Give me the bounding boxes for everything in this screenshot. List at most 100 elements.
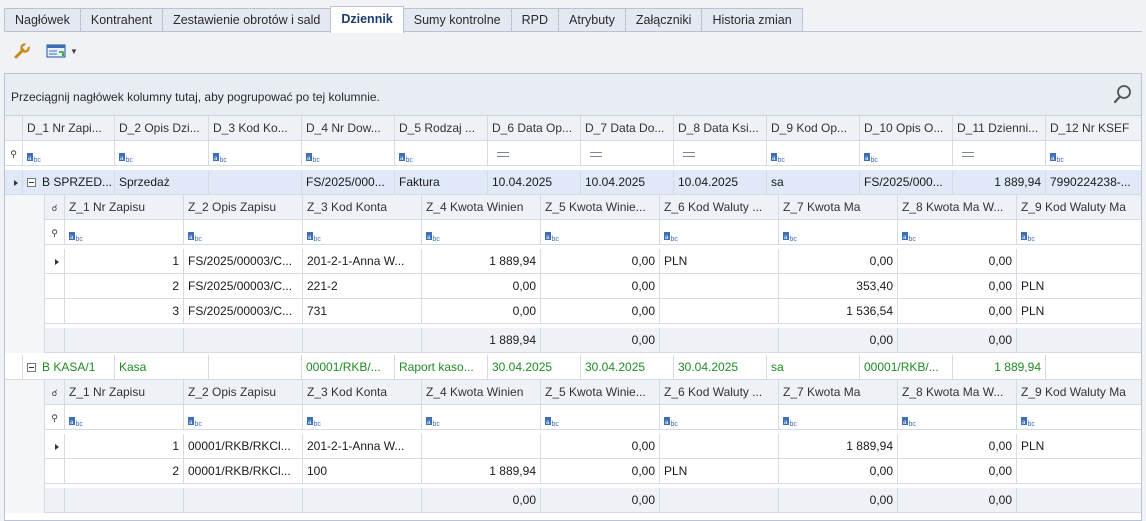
detail-cell[interactable]: 0,00: [898, 434, 1017, 459]
filter-cell[interactable]: a bc: [767, 141, 860, 166]
detail-cell[interactable]: PLN: [660, 249, 779, 274]
detail-filter-row[interactable]: ⚲ a bc a bc a bc a bc a bc a bc a bc a bc a bc: [5, 405, 1141, 430]
entry-cell[interactable]: Kasa: [115, 355, 209, 380]
detail-cell[interactable]: 100: [303, 459, 422, 484]
search-icon[interactable]: [1113, 84, 1133, 107]
detail-cell[interactable]: 2: [65, 459, 184, 484]
filter-cell[interactable]: a bc: [1046, 141, 1141, 166]
entry-cell[interactable]: 00001/RKB/...: [860, 355, 953, 380]
filter-cell[interactable]: a bc: [302, 141, 395, 166]
detail-cell[interactable]: 0,00: [422, 299, 541, 324]
detail-cell[interactable]: 0,00: [541, 459, 660, 484]
detail-cell[interactable]: 1 889,94: [422, 249, 541, 274]
entry-cell[interactable]: Sprzedaż: [115, 170, 209, 195]
detail-cell[interactable]: FS/2025/00003/C...: [184, 249, 303, 274]
detail-column-header[interactable]: Z_7 Kwota Ma: [779, 380, 898, 405]
entry-cell[interactable]: Raport kaso...: [395, 355, 488, 380]
row-indicator[interactable]: [45, 434, 65, 459]
filter-cell[interactable]: a bc: [184, 220, 303, 245]
filter-cell[interactable]: a bc: [541, 220, 660, 245]
filter-cell[interactable]: [488, 141, 581, 166]
detail-cell[interactable]: [1017, 459, 1141, 484]
detail-cell[interactable]: 00001/RKB/RKCl...: [184, 459, 303, 484]
detail-cell[interactable]: 353,40: [779, 274, 898, 299]
detail-column-header[interactable]: Z_5 Kwota Winie...: [541, 195, 660, 220]
detail-cell[interactable]: PLN: [660, 459, 779, 484]
detail-cell[interactable]: 731: [303, 299, 422, 324]
filter-cell[interactable]: a bc: [209, 141, 302, 166]
entry-cell[interactable]: [209, 170, 302, 195]
tab-zestawienie[interactable]: Zestawienie obrotów i sald: [162, 8, 332, 32]
filter-cell[interactable]: a bc: [65, 405, 184, 430]
filter-cell[interactable]: a bc: [23, 141, 115, 166]
filter-cell[interactable]: a bc: [303, 220, 422, 245]
detail-column-header[interactable]: Z_3 Kod Konta: [303, 195, 422, 220]
wrench-button[interactable]: [10, 39, 34, 63]
row-indicator[interactable]: ⚲: [45, 405, 65, 430]
tab-historia-zmian[interactable]: Historia zmian: [701, 8, 803, 32]
row-indicator[interactable]: [5, 170, 23, 195]
detail-cell[interactable]: [1017, 249, 1141, 274]
filter-cell[interactable]: a bc: [779, 405, 898, 430]
detail-cell[interactable]: 3: [65, 299, 184, 324]
detail-header-row[interactable]: ☌ Z_1 Nr Zapisu Z_2 Opis Zapisu Z_3 Kod Kon…: [5, 195, 1141, 220]
row-indicator[interactable]: [45, 249, 65, 274]
row-indicator[interactable]: ☌: [45, 380, 65, 405]
master-header-row[interactable]: D_1 Nr Zapi... D_2 Opis Dzi... D_3 Kod Ko.…: [5, 116, 1141, 141]
filter-cell[interactable]: a bc: [898, 405, 1017, 430]
filter-cell[interactable]: a bc: [1017, 405, 1141, 430]
filter-cell[interactable]: a bc: [898, 220, 1017, 245]
detail-summary-row[interactable]: 0,00 0,00 0,00 0,00: [5, 488, 1141, 513]
column-header[interactable]: D_6 Data Op...: [488, 116, 581, 141]
detail-cell[interactable]: PLN: [1017, 299, 1141, 324]
detail-filter-row[interactable]: ⚲ a bc a bc a bc a bc a bc a bc a bc a bc a bc: [5, 220, 1141, 245]
entry-cell[interactable]: 10.04.2025: [674, 170, 767, 195]
detail-column-header[interactable]: Z_4 Kwota Winien: [422, 380, 541, 405]
detail-cell[interactable]: 0,00: [541, 249, 660, 274]
detail-cell[interactable]: 0,00: [898, 299, 1017, 324]
row-indicator[interactable]: ⚲: [5, 141, 23, 166]
filter-cell[interactable]: a bc: [541, 405, 660, 430]
master-filter-row[interactable]: ⚲ a bc a bc a bc a bc a bc a bc a bc a bc: [5, 141, 1141, 166]
detail-row[interactable]: 2 00001/RKB/RKCl... 100 1 889,94 0,00 PLN 0,00…: [5, 459, 1141, 484]
detail-cell[interactable]: 0,00: [779, 249, 898, 274]
filter-cell[interactable]: a bc: [303, 405, 422, 430]
detail-cell[interactable]: 0,00: [541, 434, 660, 459]
entry-cell[interactable]: 30.04.2025: [674, 355, 767, 380]
detail-cell[interactable]: 1 889,94: [779, 434, 898, 459]
column-header[interactable]: D_10 Opis O...: [860, 116, 953, 141]
entry-cell[interactable]: 30.04.2025: [488, 355, 581, 380]
filter-cell[interactable]: a bc: [660, 405, 779, 430]
journal-entry-row[interactable]: B SPRZED... Sprzedaż FS/2025/000... Faktura…: [5, 170, 1141, 195]
column-header[interactable]: D_3 Kod Ko...: [209, 116, 302, 141]
collapse-icon[interactable]: [27, 363, 36, 372]
row-indicator[interactable]: ☌: [45, 195, 65, 220]
detail-cell[interactable]: 1 889,94: [422, 459, 541, 484]
detail-cell[interactable]: 0,00: [898, 249, 1017, 274]
entry-cell[interactable]: 10.04.2025: [488, 170, 581, 195]
detail-column-header[interactable]: Z_6 Kod Waluty ...: [660, 195, 779, 220]
detail-cell[interactable]: 2: [65, 274, 184, 299]
detail-cell[interactable]: 221-2: [303, 274, 422, 299]
detail-cell[interactable]: 0,00: [779, 459, 898, 484]
column-header[interactable]: D_11 Dzienni...: [953, 116, 1046, 141]
detail-cell[interactable]: PLN: [1017, 274, 1141, 299]
filter-cell[interactable]: [674, 141, 767, 166]
detail-cell[interactable]: 1 536,54: [779, 299, 898, 324]
detail-column-header[interactable]: Z_3 Kod Konta: [303, 380, 422, 405]
filter-cell[interactable]: a bc: [779, 220, 898, 245]
entry-cell[interactable]: FS/2025/000...: [860, 170, 953, 195]
entry-cell[interactable]: [209, 355, 302, 380]
journal-entry-row[interactable]: B KASA/1 Kasa 00001/RKB/... Raport kaso... 3…: [5, 355, 1141, 380]
column-header[interactable]: D_12 Nr KSEF: [1046, 116, 1141, 141]
detail-cell[interactable]: [660, 274, 779, 299]
entry-cell[interactable]: Faktura: [395, 170, 488, 195]
detail-column-header[interactable]: Z_2 Opis Zapisu: [184, 380, 303, 405]
detail-column-header[interactable]: Z_8 Kwota Ma W...: [898, 380, 1017, 405]
column-header[interactable]: D_5 Rodzaj ...: [395, 116, 488, 141]
tab-rpd[interactable]: RPD: [510, 8, 560, 32]
column-header[interactable]: D_8 Data Ksi...: [674, 116, 767, 141]
detail-column-header[interactable]: Z_9 Kod Waluty Ma: [1017, 195, 1141, 220]
tab-zalaczniki[interactable]: Załączniki: [624, 8, 703, 32]
detail-column-header[interactable]: Z_9 Kod Waluty Ma: [1017, 380, 1141, 405]
